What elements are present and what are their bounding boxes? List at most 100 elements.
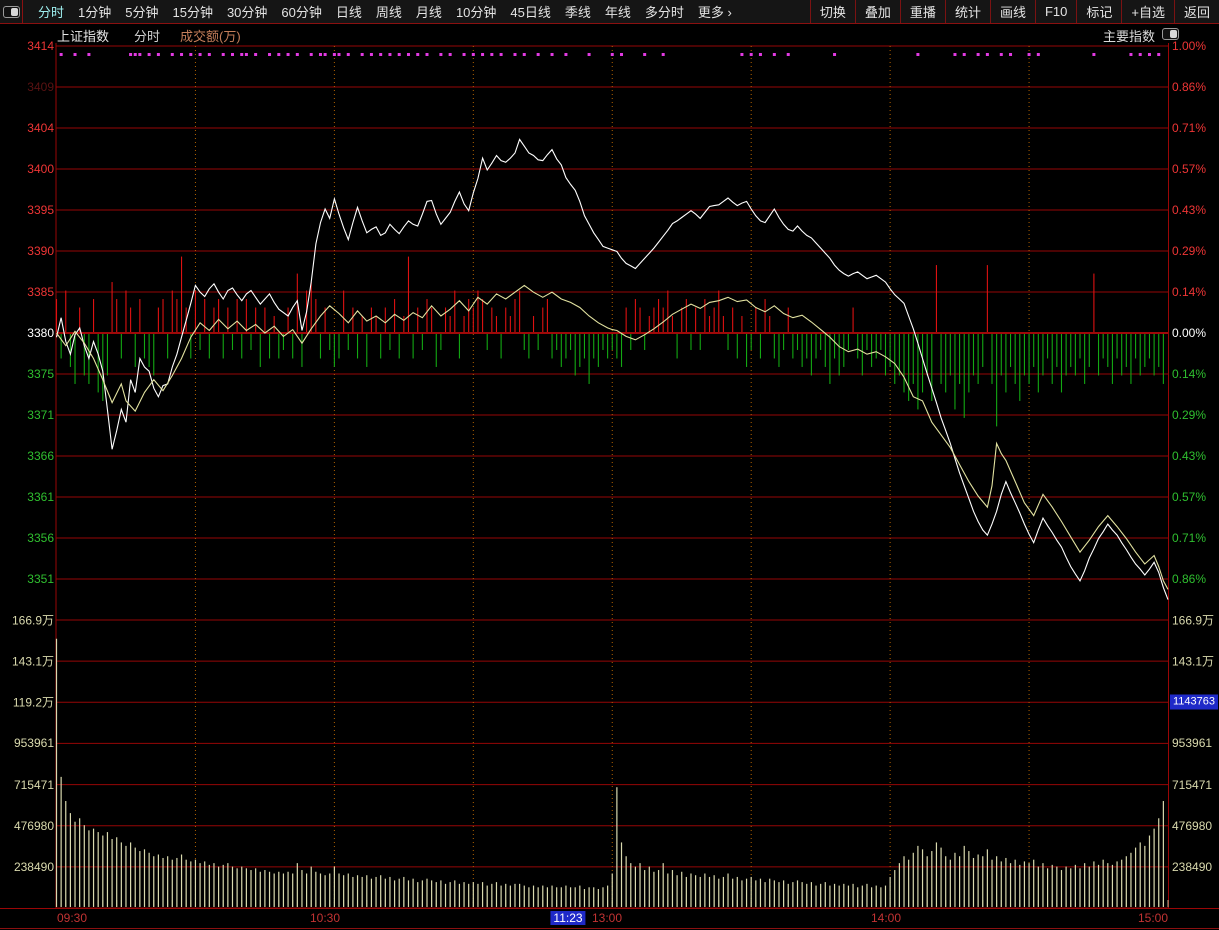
marker-dot	[180, 53, 184, 56]
marker-dot	[661, 53, 665, 56]
marker-dot	[513, 53, 517, 56]
menu-item-13[interactable]: 年线	[598, 2, 638, 21]
marker-dot	[749, 53, 753, 56]
toolbar: 切换 叠加 重播 统计 画线 F10 标记 +自选 返回	[809, 0, 1219, 23]
toolbar-button-1[interactable]: 切换	[809, 0, 855, 23]
marker-dot	[332, 53, 336, 56]
menu-item-15[interactable]: 更多 ›	[691, 2, 739, 21]
marker-dot	[587, 53, 591, 56]
menu-item-14[interactable]: 多分时	[638, 2, 691, 21]
period-menu: 分时 1分钟 5分钟 15分钟 30分钟 60分钟 日线 周线 月线 10分钟 45日线 季线 年线 多分…	[23, 2, 739, 21]
marker-dot	[360, 53, 364, 56]
marker-dot	[346, 53, 350, 56]
marker-dot	[916, 53, 920, 56]
menu-item-12[interactable]: 季线	[558, 2, 598, 21]
marker-dot	[833, 53, 837, 56]
time-axis-label: 09:30	[57, 911, 88, 925]
marker-dot	[499, 53, 503, 56]
chart-canvas[interactable]	[0, 0, 1219, 930]
percent-axis-label: 0.57%	[1172, 162, 1207, 176]
marker-dot	[221, 53, 225, 56]
marker-dot	[439, 53, 443, 56]
marker-dot	[772, 53, 776, 56]
marker-dot	[985, 53, 989, 56]
percent-axis-label: 1.00%	[1172, 39, 1207, 53]
marker-dot	[1138, 53, 1142, 56]
toolbar-button-3[interactable]: 重播	[899, 0, 945, 23]
percent-axis-label: 0.71%	[1172, 121, 1207, 135]
menu-item-5[interactable]: 30分钟	[220, 2, 274, 21]
menubar: 分时 1分钟 5分钟 15分钟 30分钟 60分钟 日线 周线 月线 10分钟 45日线 季线 年线 多分…	[0, 0, 1219, 24]
price-axis-label: 3356	[27, 531, 54, 545]
marker-dot	[379, 53, 383, 56]
volume-axis-label: 238490	[1172, 859, 1213, 874]
menu-item-7[interactable]: 日线	[329, 2, 369, 21]
marker-dot	[156, 53, 160, 56]
marker-dot	[1092, 53, 1096, 56]
marker-dot	[244, 53, 248, 56]
toolbar-button-8[interactable]: +自选	[1121, 0, 1174, 23]
toolbar-button-4[interactable]: 统计	[944, 0, 990, 23]
marker-dot	[133, 53, 137, 56]
percent-axis-label: 0.29%	[1172, 244, 1207, 258]
volume-axis-label: 238490	[13, 859, 54, 874]
marker-dot	[416, 53, 420, 56]
price-axis-label: 3395	[27, 203, 54, 217]
volume-axis-label: 715471	[1172, 777, 1213, 792]
window-split-icon[interactable]	[0, 0, 23, 23]
marker-dot	[425, 53, 429, 56]
percent-axis-label: 0.86%	[1172, 572, 1207, 586]
toolbar-button-5[interactable]: 画线	[989, 0, 1035, 23]
marker-dot	[397, 53, 401, 56]
volume-axis-label: 119.2万	[12, 695, 54, 710]
menu-item-3[interactable]: 5分钟	[118, 2, 165, 21]
marker-dot	[786, 53, 790, 56]
marker-dot	[522, 53, 526, 56]
main-index-selector[interactable]: 主要指数	[1103, 26, 1155, 45]
price-axis-label: 3414	[27, 39, 54, 53]
price-axis-label: 3400	[27, 162, 54, 176]
price-axis-label: 3390	[27, 244, 54, 258]
marker-dot	[536, 53, 540, 56]
marker-dot	[337, 53, 341, 56]
subheader: 上证指数 分时 成交额(万) 主要指数	[0, 25, 1219, 45]
marker-dot	[87, 53, 91, 56]
marker-dot	[740, 53, 744, 56]
marker-dot	[758, 53, 762, 56]
marker-dot	[643, 53, 647, 56]
marker-dot	[129, 53, 133, 56]
marker-dot	[388, 53, 392, 56]
leading-index-line	[56, 284, 1169, 590]
menu-item-10[interactable]: 10分钟	[449, 2, 503, 21]
menu-item-9[interactable]: 月线	[409, 2, 449, 21]
toolbar-button-9[interactable]: 返回	[1173, 0, 1219, 23]
menu-item-6[interactable]: 60分钟	[274, 2, 328, 21]
marker-dot	[189, 53, 193, 56]
marker-dot	[240, 53, 244, 56]
menu-item-11[interactable]: 45日线	[503, 2, 557, 21]
percent-axis-label: 0.86%	[1172, 80, 1207, 94]
toolbar-button-6[interactable]: F10	[1034, 0, 1076, 23]
menu-item-8[interactable]: 周线	[369, 2, 409, 21]
marker-dot	[147, 53, 151, 56]
marker-dot	[170, 53, 174, 56]
marker-dot	[490, 53, 494, 56]
toolbar-button-7[interactable]: 标记	[1076, 0, 1121, 23]
menu-item-1[interactable]: 分时	[31, 2, 71, 21]
marker-dot	[1129, 53, 1133, 56]
marker-dot	[406, 53, 410, 56]
menu-item-2[interactable]: 1分钟	[71, 2, 118, 21]
time-axis-label: 14:00	[870, 911, 902, 925]
time-axis-label: 15:00	[1137, 911, 1168, 925]
price-axis-label: 3351	[27, 572, 54, 586]
menu-item-4[interactable]: 15分钟	[165, 2, 219, 21]
volume-cursor-value: 1143763	[1170, 694, 1218, 710]
percent-axis-label: 0.43%	[1172, 449, 1207, 463]
time-axis-label: 13:00	[591, 911, 623, 925]
indicator-label[interactable]: 成交额(万)	[180, 26, 241, 45]
volume-axis-label: 143.1万	[1172, 654, 1215, 669]
marker-dot	[448, 53, 452, 56]
toolbar-button-2[interactable]: 叠加	[854, 0, 900, 23]
marker-dot	[138, 53, 142, 56]
marker-dot	[268, 53, 272, 56]
